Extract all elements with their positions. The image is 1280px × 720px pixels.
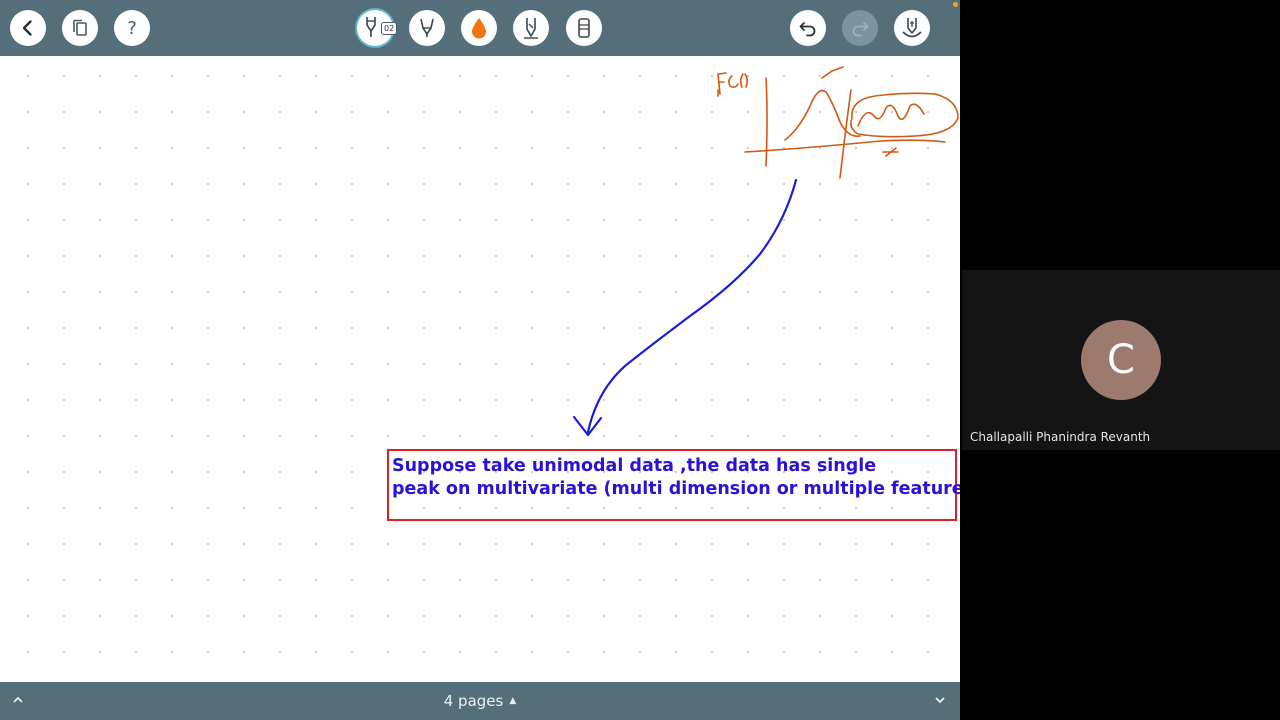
- whiteboard-app: ? 02 Suppose take unimodal data ,the dat…: [0, 0, 960, 720]
- drawing-canvas[interactable]: Suppose take unimodal data ,the data has…: [0, 56, 960, 682]
- redo-icon: [852, 22, 869, 37]
- undo-icon: [799, 22, 816, 37]
- gesture-button[interactable]: [894, 10, 930, 46]
- highlighter-tool-button[interactable]: [409, 10, 445, 46]
- blue-arrow: [572, 178, 798, 437]
- highlighter-icon: [420, 18, 434, 37]
- distribution-sketch: [717, 66, 959, 179]
- back-icon: [22, 20, 32, 36]
- pencil-tool-button[interactable]: [513, 10, 549, 46]
- eraser-icon: [578, 18, 590, 38]
- annotation-line-2: peak on multivariate (multi dimension or…: [392, 479, 960, 499]
- page-count-label: 4 pages: [443, 692, 504, 710]
- hand-gesture-icon: [902, 18, 922, 38]
- avatar: C: [1081, 320, 1161, 400]
- participant-tile[interactable]: C Challapalli Phanindra Revanth: [962, 270, 1280, 450]
- participant-name: Challapalli Phanindra Revanth: [970, 430, 1151, 444]
- page-selector[interactable]: 4 pages ▲: [0, 682, 960, 720]
- pages-button[interactable]: [62, 10, 98, 46]
- ink-layer: [572, 66, 959, 437]
- pencil-icon: [524, 18, 538, 39]
- notification-dot: [953, 2, 958, 7]
- pages-copy-icon: [73, 19, 87, 36]
- pen-tool-button[interactable]: 02: [357, 10, 398, 46]
- eraser-tool-button[interactable]: [566, 10, 602, 46]
- bottom-bar: 4 pages ▲: [0, 682, 960, 720]
- chevron-down-icon[interactable]: [934, 694, 946, 708]
- annotation-textbox[interactable]: Suppose take unimodal data ,the data has…: [387, 449, 960, 521]
- top-toolbar: ? 02: [0, 0, 960, 56]
- color-picker-button[interactable]: [461, 10, 497, 46]
- pen-size-badge: 02: [381, 22, 398, 35]
- undo-button[interactable]: [790, 10, 826, 46]
- help-icon: ?: [127, 17, 137, 39]
- back-button[interactable]: [10, 10, 46, 46]
- help-button[interactable]: ?: [114, 10, 150, 46]
- caret-up-icon: ▲: [509, 696, 517, 706]
- color-drop-icon: [472, 18, 486, 39]
- redo-button[interactable]: [842, 10, 878, 46]
- annotation-line-1: Suppose take unimodal data ,the data has…: [392, 456, 877, 476]
